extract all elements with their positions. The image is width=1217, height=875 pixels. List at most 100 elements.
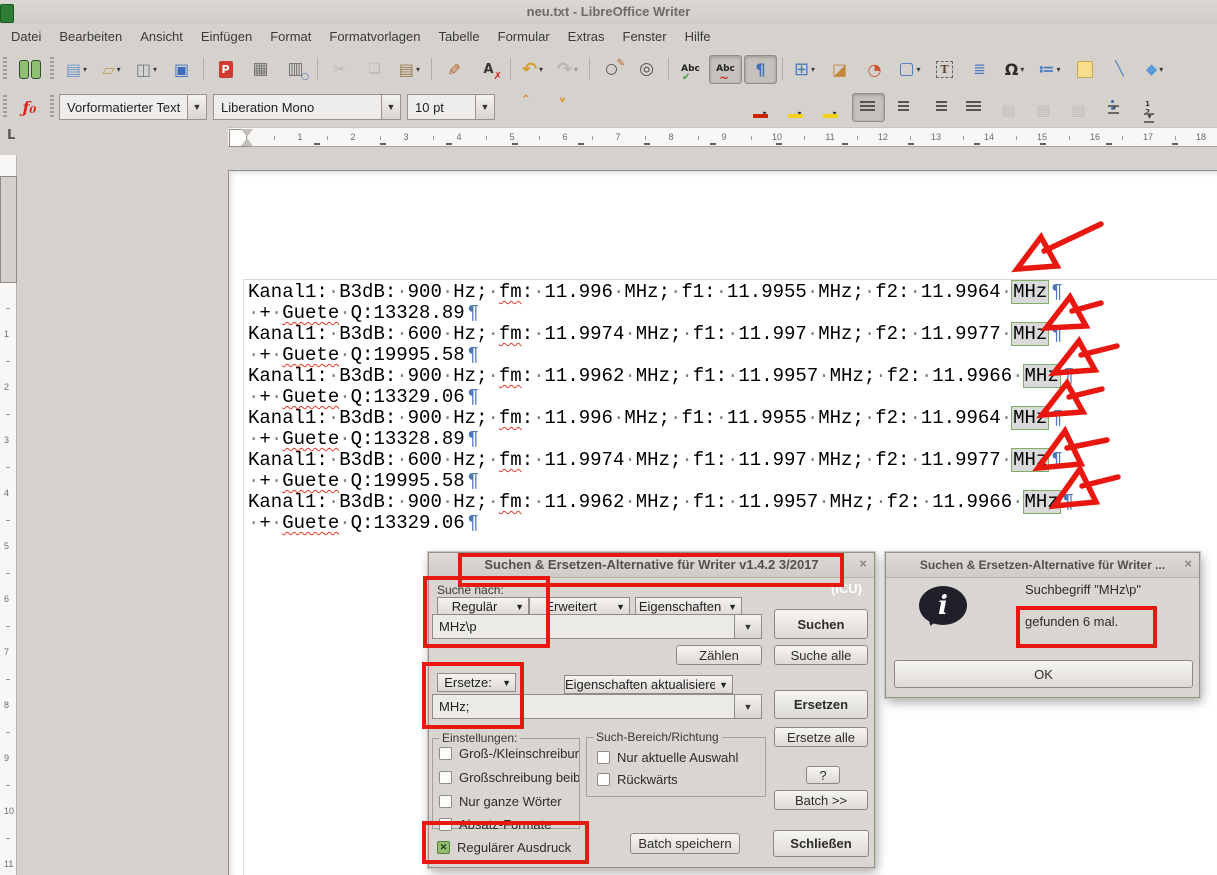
print-button[interactable]: [244, 55, 277, 84]
dropdown-arrow-icon[interactable]: ▾: [832, 109, 836, 118]
chevron-down-icon[interactable]: ▼: [187, 95, 206, 119]
binoculars-icon[interactable]: [13, 55, 46, 84]
settings-checkbox[interactable]: [439, 747, 452, 760]
chevron-down-icon[interactable]: ▼: [475, 95, 494, 119]
dropdown-arrow-icon[interactable]: ▾: [153, 65, 157, 74]
dropdown-arrow-icon[interactable]: ▾: [1020, 65, 1024, 74]
dropdown-arrow-icon[interactable]: ▾: [539, 65, 543, 74]
dropdown-arrow-icon[interactable]: ▾: [416, 65, 420, 74]
toolbar-grip[interactable]: [50, 57, 54, 81]
scope-checkbox[interactable]: [597, 773, 610, 786]
count-button[interactable]: Zählen: [676, 645, 762, 665]
menu-formatvorlagen[interactable]: Formatvorlagen: [320, 24, 429, 49]
scope-row[interactable]: Rückwärts: [597, 771, 762, 787]
replace-input[interactable]: MHz;: [432, 694, 735, 719]
settings-row[interactable]: Nur ganze Wörter: [439, 793, 579, 809]
export-pdf-button[interactable]: [209, 55, 242, 84]
close-icon[interactable]: ×: [1184, 556, 1192, 571]
basic-shapes-button[interactable]: ▾: [1138, 55, 1171, 84]
align-left-button[interactable]: [852, 93, 885, 122]
menu-extras[interactable]: Extras: [559, 24, 614, 49]
insert-chart-button[interactable]: [858, 55, 891, 84]
save-version-button[interactable]: [165, 55, 198, 84]
insert-image-button[interactable]: [823, 55, 856, 84]
toolbar-grip[interactable]: [3, 57, 7, 81]
italic-button[interactable]: [607, 93, 640, 122]
settings-row[interactable]: Absatz-Formate: [439, 816, 579, 832]
superscript-button[interactable]: [502, 93, 535, 122]
special-character-button[interactable]: ▾: [998, 55, 1031, 84]
insert-text-box-button[interactable]: [928, 55, 961, 84]
menu-format[interactable]: Format: [261, 24, 320, 49]
horizontal-ruler[interactable]: 123456789101112131415161718: [228, 127, 1217, 147]
underline-button[interactable]: [642, 93, 675, 122]
settings-checkbox[interactable]: [439, 818, 452, 831]
navigator-button[interactable]: [630, 55, 663, 84]
chevron-down-icon[interactable]: ▼: [715, 680, 732, 690]
chevron-down-icon[interactable]: ▼: [724, 602, 741, 612]
dropdown-arrow-icon[interactable]: ▾: [1147, 112, 1151, 121]
font-color-button[interactable]: ▾: [747, 93, 780, 122]
dropdown-arrow-icon[interactable]: ▾: [1112, 103, 1116, 112]
insert-table-button[interactable]: ▾: [788, 55, 821, 84]
settings-checkbox[interactable]: [439, 771, 452, 784]
scope-row[interactable]: Nur aktuelle Auswahl: [597, 749, 762, 765]
regex-checkbox-row[interactable]: Regulärer Ausdruck: [437, 839, 587, 855]
batch-save-button[interactable]: Batch speichern: [630, 833, 740, 854]
formatting-marks-button[interactable]: [744, 55, 777, 84]
regex-checkbox[interactable]: [437, 841, 450, 854]
menu-datei[interactable]: Datei: [2, 24, 50, 49]
align-justify-button[interactable]: [957, 93, 990, 122]
update-properties-combobox[interactable]: Eigenschaften aktualisieren▼: [564, 675, 733, 694]
search-all-button[interactable]: Suche alle: [774, 645, 868, 665]
dropdown-arrow-icon[interactable]: ▾: [83, 65, 87, 74]
chevron-down-icon[interactable]: ▼: [612, 602, 629, 612]
dropdown-arrow-icon[interactable]: ▾: [811, 65, 815, 74]
paste-button[interactable]: ▾: [393, 55, 426, 84]
bullet-list-button[interactable]: ▾: [1097, 93, 1130, 122]
left-indent-marker[interactable]: [241, 132, 253, 146]
search-history-dropdown[interactable]: ▼: [734, 614, 762, 639]
menu-ansicht[interactable]: Ansicht: [131, 24, 192, 49]
settings-checkbox[interactable]: [439, 795, 452, 808]
settings-row[interactable]: Groß-/Kleinschreibun: [439, 745, 579, 761]
align-right-button[interactable]: [922, 93, 955, 122]
toolbar-grip[interactable]: [50, 95, 54, 119]
insert-page-break-button[interactable]: [963, 55, 996, 84]
find-replace-button[interactable]: [595, 55, 628, 84]
spelling-button[interactable]: [674, 55, 707, 84]
menu-einfgen[interactable]: Einfügen: [192, 24, 261, 49]
info-dialog-title[interactable]: Suchen & Ersetzen-Alternative für Writer…: [886, 553, 1199, 578]
chevron-down-icon[interactable]: ▼: [381, 95, 400, 119]
vertical-ruler[interactable]: 1234567891011: [0, 155, 17, 875]
macro-f0-button[interactable]: [13, 93, 46, 122]
background-color-button[interactable]: ▾: [817, 93, 850, 122]
dropdown-arrow-icon[interactable]: ▾: [917, 65, 921, 74]
bold-button[interactable]: [572, 93, 605, 122]
undo-button[interactable]: ▾: [516, 55, 549, 84]
settings-row[interactable]: Großschreibung beib: [439, 769, 579, 785]
auto-spellcheck-button[interactable]: [709, 55, 742, 84]
save-as-button[interactable]: ▾: [130, 55, 163, 84]
ok-button[interactable]: OK: [894, 660, 1193, 688]
tab-stop-selector[interactable]: L: [7, 128, 15, 143]
replace-history-dropdown[interactable]: ▼: [734, 694, 762, 719]
dialog-title[interactable]: Suchen & Ersetzen-Alternative für Writer…: [429, 553, 874, 578]
clone-formatting-button[interactable]: [437, 55, 470, 84]
dropdown-arrow-icon[interactable]: ▾: [1056, 65, 1060, 74]
dropdown-arrow-icon[interactable]: ▾: [117, 65, 121, 74]
new-document-button[interactable]: ▾: [60, 55, 93, 84]
strikethrough-button[interactable]: [712, 93, 745, 122]
insert-field-button[interactable]: ▾: [1033, 55, 1066, 84]
dropdown-arrow-icon[interactable]: ▾: [1159, 65, 1163, 74]
replace-mode-combobox[interactable]: Ersetze:▼: [437, 673, 516, 692]
chevron-down-icon[interactable]: ▼: [498, 678, 515, 688]
title-bar[interactable]: neu.txt - LibreOffice Writer: [0, 0, 1217, 24]
batch-button[interactable]: Batch >>: [774, 790, 868, 810]
menu-tabelle[interactable]: Tabelle: [429, 24, 488, 49]
replace-button[interactable]: Ersetzen: [774, 690, 868, 719]
insert-comment-button[interactable]: [1068, 55, 1101, 84]
chevron-down-icon[interactable]: ▼: [511, 602, 528, 612]
clear-formatting-button[interactable]: [472, 55, 505, 84]
subscript-button[interactable]: [537, 93, 570, 122]
